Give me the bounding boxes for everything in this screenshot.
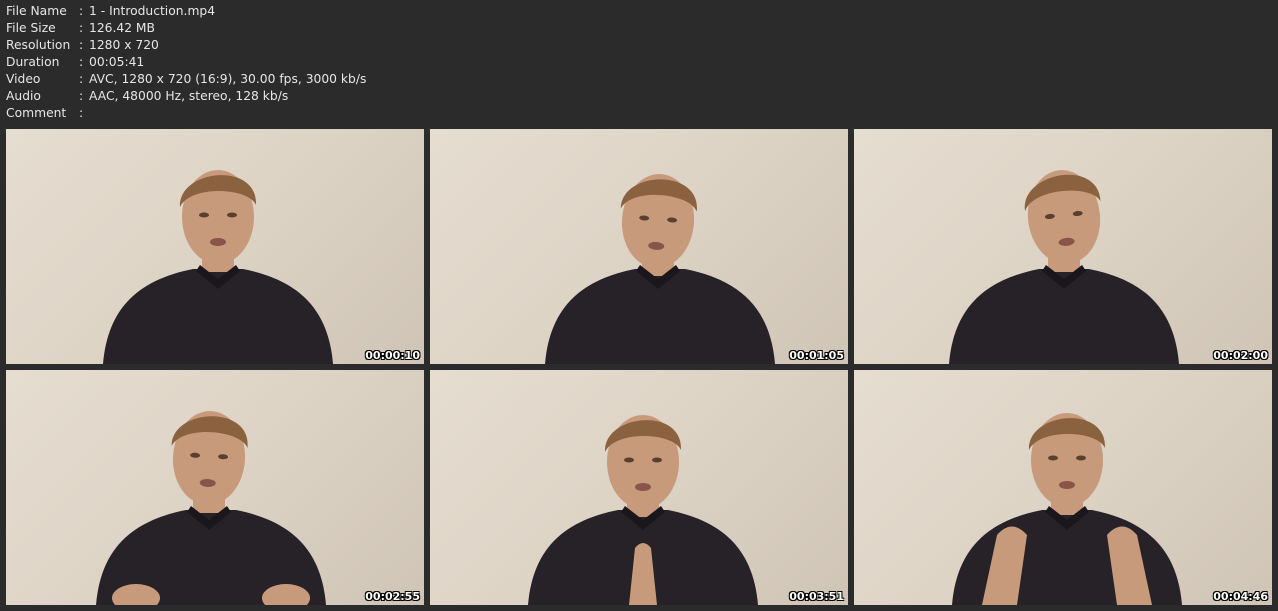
mouth-shape (1059, 481, 1075, 489)
thumbnail-frame[interactable]: 00:02:00 (854, 129, 1272, 364)
eye-shape (652, 457, 662, 463)
eye-shape (199, 212, 209, 218)
info-label: Video (6, 72, 41, 86)
info-row-file-size: File Size : 126.42 MB (6, 20, 366, 37)
info-separator: : (79, 38, 84, 52)
info-separator: : (79, 72, 84, 86)
speaker-image (545, 174, 775, 364)
info-value: AVC, 1280 x 720 (16:9), 30.00 fps, 3000 … (89, 72, 367, 86)
thumbnail-frame[interactable]: 00:01:05 (430, 129, 848, 364)
speaker-image (103, 170, 333, 364)
thumbnail-grid: 00:00:10 00:01:05 00:02:00 00:02:55 00:0… (6, 129, 1272, 605)
thumbnail-frame[interactable]: 00:02:55 (6, 370, 424, 605)
info-label: Duration (6, 55, 60, 69)
info-row-audio: Audio : AAC, 48000 Hz, stereo, 128 kb/s (6, 88, 366, 105)
thumbnail-frame[interactable]: 00:00:10 (6, 129, 424, 364)
eye-shape (227, 212, 237, 218)
info-separator: : (79, 106, 84, 120)
info-row-comment: Comment : (6, 105, 366, 122)
info-row-resolution: Resolution : 1280 x 720 (6, 37, 366, 54)
frame-timestamp: 00:00:10 (365, 349, 420, 362)
info-separator: : (79, 89, 84, 103)
info-row-duration: Duration : 00:05:41 (6, 54, 366, 71)
frame-timestamp: 00:02:00 (1213, 349, 1268, 362)
info-value: 1280 x 720 (89, 38, 159, 52)
info-separator: : (79, 21, 84, 35)
frame-timestamp: 00:02:55 (365, 590, 420, 603)
info-value: AAC, 48000 Hz, stereo, 128 kb/s (89, 89, 289, 103)
mouth-shape (635, 483, 651, 491)
info-label: Audio (6, 89, 41, 103)
info-label: Comment (6, 106, 67, 120)
info-label: File Size (6, 21, 56, 35)
info-label: Resolution (6, 38, 71, 52)
info-row-file-name: File Name : 1 - Introduction.mp4 (6, 3, 366, 20)
info-separator: : (79, 55, 84, 69)
info-value: 1 - Introduction.mp4 (89, 4, 216, 18)
eye-shape (1076, 455, 1086, 461)
eye-shape (1048, 455, 1058, 461)
info-separator: : (79, 4, 84, 18)
speaker-image (96, 411, 326, 605)
speaker-image (528, 415, 758, 605)
info-label: File Name (6, 4, 67, 18)
thumbnail-frame[interactable]: 00:03:51 (430, 370, 848, 605)
frame-timestamp: 00:04:46 (1213, 590, 1268, 603)
speaker-image (952, 413, 1182, 605)
info-row-video: Video : AVC, 1280 x 720 (16:9), 30.00 fp… (6, 71, 366, 88)
frame-timestamp: 00:01:05 (789, 349, 844, 362)
info-value: 126.42 MB (89, 21, 155, 35)
thumbnail-frame[interactable]: 00:04:46 (854, 370, 1272, 605)
file-info-panel: File Name : 1 - Introduction.mp4 File Si… (6, 3, 366, 122)
eye-shape (624, 457, 634, 463)
speaker-image (949, 170, 1179, 364)
mouth-shape (210, 238, 226, 246)
frame-timestamp: 00:03:51 (789, 590, 844, 603)
info-value: 00:05:41 (89, 55, 145, 69)
